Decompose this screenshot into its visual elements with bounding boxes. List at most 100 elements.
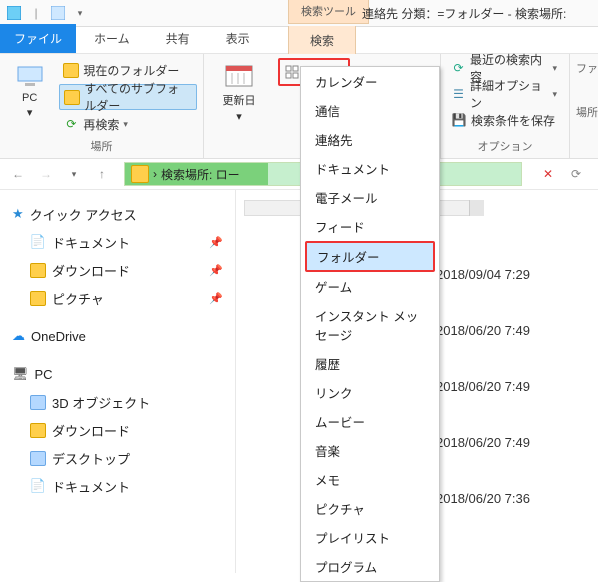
dropdown-item-program[interactable]: プログラム	[301, 552, 439, 581]
list-item[interactable]: 2018/06/20 7:36	[436, 470, 530, 526]
dropdown-item-feed[interactable]: フィード	[301, 212, 439, 241]
recent-icon: ⟳	[451, 60, 466, 76]
ribbon-group-options: ⟳ 最近の検索内容▾ ☰ 詳細オプション▾ 💾 検索条件を保存 オプション	[440, 54, 570, 158]
tree-downloads[interactable]: ダウンロード 📌	[12, 256, 231, 284]
quick-access-node[interactable]: ★ クイック アクセス	[12, 200, 231, 228]
all-subfolders-label: すべてのサブフォルダー	[84, 80, 190, 114]
quick-access-label: クイック アクセス	[30, 205, 137, 224]
pc-label: PC	[22, 92, 37, 104]
dropdown-item-email[interactable]: 電子メール	[301, 183, 439, 212]
pc-icon	[14, 62, 46, 90]
folder-icon	[30, 422, 46, 438]
pin-icon: 📌	[209, 292, 223, 305]
dropdown-item-game[interactable]: ゲーム	[301, 272, 439, 301]
classify-dropdown: カレンダー 通信 連絡先 ドキュメント 電子メール フィード フォルダー ゲーム…	[300, 66, 440, 582]
dropdown-item-music[interactable]: 音楽	[301, 436, 439, 465]
research-label: 再検索	[83, 116, 119, 133]
qat-dropdown-icon[interactable]: ▾	[70, 3, 90, 23]
tree-pictures[interactable]: ピクチャ 📌	[12, 284, 231, 312]
group-options-label: オプション	[441, 136, 569, 158]
tab-view[interactable]: 表示	[208, 24, 268, 53]
save-icon: 💾	[451, 112, 467, 128]
folder-icon	[30, 450, 46, 466]
tree-3d[interactable]: 3D オブジェクト	[12, 388, 231, 416]
subfolders-icon	[64, 89, 80, 105]
tree-documents2[interactable]: 📄 ドキュメント	[12, 472, 231, 500]
dropdown-item-movie[interactable]: ムービー	[301, 407, 439, 436]
chevron-down-icon: ▾	[123, 119, 128, 130]
research-button[interactable]: ⟳ 再検索 ▾	[59, 112, 197, 136]
pin-icon: 📌	[209, 236, 223, 249]
group-refine-label	[204, 140, 274, 158]
address-text: 検索場所: ロー	[161, 166, 240, 183]
ribbon-group-location: PC ▾ 現在のフォルダー すべてのサブフォルダー ⟳ 再検索 ▾ 場所	[0, 54, 204, 158]
list-item[interactable]: 2018/06/20 7:49	[436, 414, 530, 470]
window-title: 連絡先 分類：=フォルダー - 検索場所:	[362, 5, 566, 22]
folder-icon	[30, 262, 46, 278]
list-item[interactable]: 2018/09/04 7:29	[436, 246, 530, 302]
dropdown-item-im[interactable]: インスタント メッセージ	[301, 301, 439, 349]
up-button[interactable]: ↑	[90, 162, 114, 186]
date-modified-button[interactable]: 更新日 ▾	[211, 58, 267, 123]
pc-button[interactable]: PC ▾	[6, 58, 53, 119]
tab-search[interactable]: 検索	[288, 26, 356, 56]
dropdown-item-memo[interactable]: メモ	[301, 465, 439, 494]
pin-icon: 📌	[209, 264, 223, 277]
dropdown-item-contacts[interactable]: 連絡先	[301, 125, 439, 154]
chevron-down-icon: ▾	[236, 110, 242, 123]
dropdown-item-calendar[interactable]: カレンダー	[301, 67, 439, 96]
tree-desktop[interactable]: デスクトップ	[12, 444, 231, 472]
tab-home[interactable]: ホーム	[76, 24, 148, 53]
all-subfolders-button[interactable]: すべてのサブフォルダー	[59, 84, 197, 110]
other-group-partial: ファ 場所	[576, 60, 598, 120]
back-button[interactable]: ←	[6, 162, 30, 186]
advanced-options-button[interactable]: ☰ 詳細オプション▾	[447, 82, 563, 106]
forward-button: →	[34, 162, 58, 186]
ribbon: PC ▾ 現在のフォルダー すべてのサブフォルダー ⟳ 再検索 ▾ 場所	[0, 54, 598, 159]
history-dropdown[interactable]: ▾	[62, 162, 86, 186]
dropdown-item-communication[interactable]: 通信	[301, 96, 439, 125]
dropdown-item-history[interactable]: 履歴	[301, 349, 439, 378]
dropdown-item-link[interactable]: リンク	[301, 378, 439, 407]
pc-icon: 🖥	[12, 366, 29, 382]
tab-file[interactable]: ファイル	[0, 24, 76, 53]
document-icon: 📄	[30, 234, 46, 250]
star-icon: ★	[12, 206, 24, 222]
title-bar: | ▾ 検索ツール 連絡先 分類：=フォルダー - 検索場所:	[0, 0, 598, 27]
list-item[interactable]: 2018/06/20 7:49	[436, 302, 530, 358]
refresh-icon: ⟳	[63, 116, 79, 132]
quick-access-toolbar: | ▾	[4, 3, 90, 23]
list-icon: ☰	[451, 86, 466, 102]
date-column: 2018/09/04 7:29 2018/06/20 7:49 2018/06/…	[436, 246, 530, 526]
dropdown-item-documents[interactable]: ドキュメント	[301, 154, 439, 183]
onedrive-node[interactable]: ☁ OneDrive	[12, 322, 231, 350]
current-folder-button[interactable]: 現在のフォルダー	[59, 58, 197, 82]
tree-documents[interactable]: 📄 ドキュメント 📌	[12, 228, 231, 256]
group-location-label: 場所	[0, 136, 203, 158]
dropdown-item-picture[interactable]: ピクチャ	[301, 494, 439, 523]
body: ★ クイック アクセス 📄 ドキュメント 📌 ダウンロード 📌 ピクチャ 📌 ☁	[0, 190, 598, 573]
ribbon-tabs: ファイル ホーム 共有 表示 検索	[0, 27, 598, 54]
stop-button[interactable]: ✕	[536, 162, 560, 186]
cloud-icon: ☁	[12, 328, 25, 344]
address-sep: ›	[153, 167, 157, 181]
dropdown-item-playlist[interactable]: プレイリスト	[301, 523, 439, 552]
document-icon: 📄	[30, 478, 46, 494]
classify-icon	[284, 64, 300, 80]
folder-icon	[30, 394, 46, 410]
folder-icon	[63, 62, 79, 78]
tree-downloads2[interactable]: ダウンロード	[12, 416, 231, 444]
ribbon-group-refine: 更新日 ▾	[204, 54, 274, 158]
folder-icon	[30, 290, 46, 306]
save-label: 検索条件を保存	[471, 112, 555, 129]
list-item[interactable]: 2018/06/20 7:49	[436, 358, 530, 414]
properties-icon[interactable]	[48, 3, 68, 23]
app-icon	[4, 3, 24, 23]
tab-share[interactable]: 共有	[148, 24, 208, 53]
refresh-button[interactable]: ⟳	[564, 162, 588, 186]
pc-node[interactable]: 🖥 PC	[12, 360, 231, 388]
save-search-button[interactable]: 💾 検索条件を保存	[447, 108, 561, 132]
date-modified-label: 更新日	[223, 92, 256, 108]
dropdown-item-folder-highlight[interactable]: フォルダー	[305, 241, 435, 272]
calendar-icon	[223, 62, 255, 90]
